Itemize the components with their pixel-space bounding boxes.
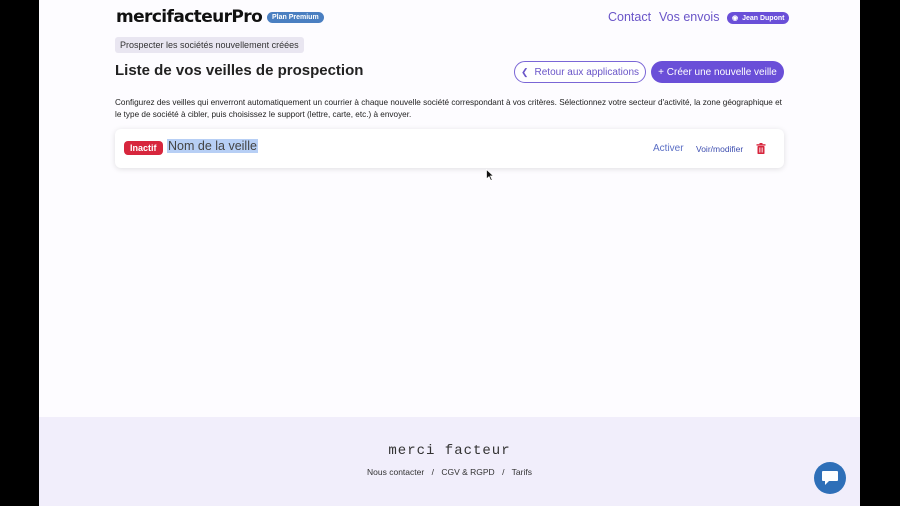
footer-links: Nous contacter / CGV & RGPD / Tarifs: [39, 467, 860, 477]
create-watch-button[interactable]: + Créer une nouvelle veille: [651, 61, 784, 83]
footer-separator: /: [431, 467, 434, 477]
trash-icon[interactable]: [756, 143, 766, 154]
user-menu[interactable]: ◉ Jean Dupont: [727, 12, 790, 24]
chat-icon: [822, 471, 838, 485]
back-to-apps-button[interactable]: ❮ Retour aux applications: [514, 61, 646, 83]
plan-badge: Plan Premium: [267, 12, 324, 23]
footer: merci facteur Nous contacter / CGV & RGP…: [39, 417, 860, 506]
footer-logo: merci facteur: [388, 443, 511, 459]
user-name: Jean Dupont: [742, 15, 785, 22]
footer-contact-link[interactable]: Nous contacter: [367, 467, 424, 477]
page-description: Configurez des veilles qui enverront aut…: [115, 98, 782, 119]
page: mercifacteurPro Plan Premium Contact Vos…: [39, 0, 860, 506]
status-badge: Inactif: [124, 141, 163, 155]
watch-name[interactable]: Nom de la veille: [167, 139, 258, 153]
user-icon: ◉: [732, 15, 739, 22]
watch-card: Inactif Nom de la veille Activer Voir/mo…: [115, 129, 784, 168]
footer-separator: /: [502, 467, 505, 477]
nav-envois-link[interactable]: Vos envois: [659, 10, 719, 24]
edit-link[interactable]: Voir/modifier: [696, 144, 743, 154]
breadcrumb[interactable]: Prospecter les sociétés nouvellement cré…: [115, 37, 304, 53]
footer-tarifs-link[interactable]: Tarifs: [512, 467, 532, 477]
back-button-label: Retour aux applications: [534, 66, 640, 78]
page-title: Liste de vos veilles de prospection: [115, 62, 364, 79]
mouse-cursor-icon: [486, 169, 494, 181]
chat-button[interactable]: [814, 462, 846, 494]
footer-cgv-link[interactable]: CGV & RGPD: [441, 467, 494, 477]
nav-contact-link[interactable]: Contact: [608, 10, 651, 24]
header: mercifacteurPro Plan Premium Contact Vos…: [39, 0, 860, 36]
logo[interactable]: mercifacteurPro: [116, 7, 263, 27]
activate-link[interactable]: Activer: [653, 143, 684, 154]
chevron-left-icon: ❮: [520, 66, 529, 77]
